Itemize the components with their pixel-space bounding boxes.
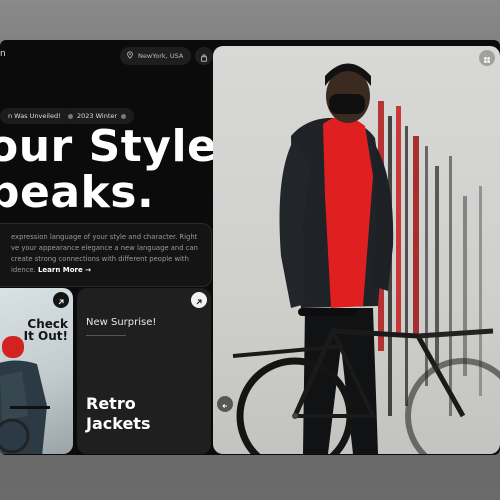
arrow-up-right-icon xyxy=(57,291,65,310)
arrow-left-icon xyxy=(221,395,229,414)
promo-model-image xyxy=(0,336,50,454)
description-card: expression language of your style and ch… xyxy=(0,223,212,287)
arrow-up-right-icon xyxy=(195,291,203,310)
shopping-bag-button[interactable] xyxy=(195,47,213,65)
description-body: expression language of your style and ch… xyxy=(1,232,207,276)
location-label: NewYork, USA xyxy=(138,52,184,60)
hero-model-photo xyxy=(232,63,500,454)
feature-card[interactable]: New Surprise! Retro Jackets xyxy=(77,288,211,454)
logo[interactable]: n xyxy=(0,49,6,59)
learn-more-link[interactable]: Learn More → xyxy=(38,266,91,274)
divider xyxy=(86,335,126,336)
feature-open-button[interactable] xyxy=(191,292,207,308)
hero-headline-line2: peaks. xyxy=(0,167,155,218)
bullet-icon xyxy=(68,113,73,119)
season-tag-label: 2023 Winter xyxy=(77,112,118,120)
feature-title-line2: Jackets xyxy=(86,414,151,433)
feature-title: Retro Jackets xyxy=(86,394,150,434)
shopping-bag-icon xyxy=(200,47,208,66)
announcement-tag-label: n Was Unveiled! xyxy=(8,112,61,120)
location-pin-icon xyxy=(126,51,134,61)
promo-card[interactable]: Check It Out! xyxy=(0,288,73,454)
feature-title-line1: Retro xyxy=(86,394,136,413)
hero-image xyxy=(213,46,500,454)
hero-headline: our Style peaks. xyxy=(0,124,217,216)
feature-kicker: New Surprise! xyxy=(86,317,157,328)
hero-headline-line1: our Style xyxy=(0,121,218,172)
location-selector[interactable]: NewYork, USA xyxy=(120,47,192,65)
view-toggle-button[interactable] xyxy=(479,50,495,66)
grid-icon xyxy=(483,49,491,68)
promo-open-button[interactable] xyxy=(53,292,69,308)
app-frame: n NewYork, USA n Was Unveiled! 2023 Wint… xyxy=(0,40,500,455)
bullet-icon xyxy=(121,113,127,119)
back-button[interactable] xyxy=(217,396,233,412)
